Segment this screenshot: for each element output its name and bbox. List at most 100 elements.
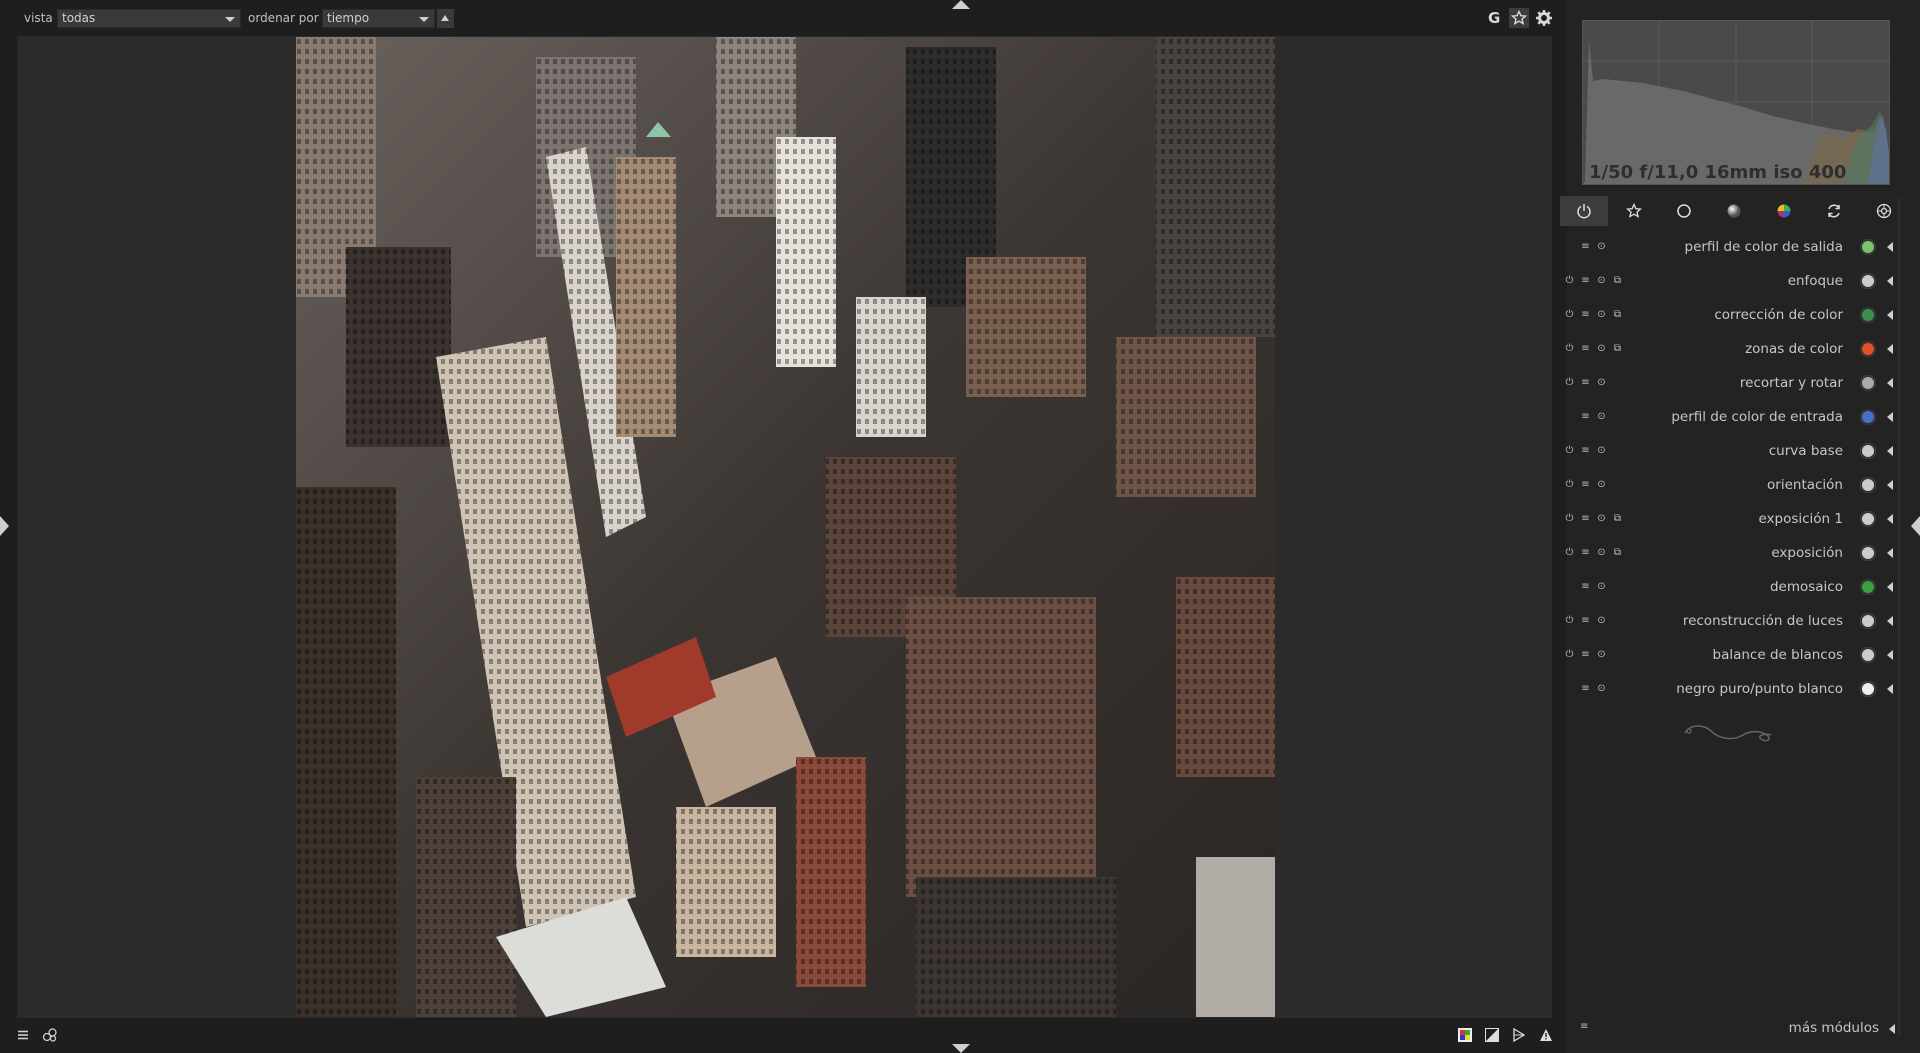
top-panel-toggle-icon[interactable] — [952, 0, 970, 9]
module-power-icon[interactable]: ⏻ — [1564, 309, 1575, 320]
module-reset-icon[interactable]: ⊙ — [1596, 411, 1607, 422]
module-power-icon[interactable]: ⏻ — [1564, 513, 1575, 524]
module-row[interactable]: ⏻ ≡ ⊙ ⧉ zonas de color — [1560, 332, 1900, 365]
star-icon[interactable] — [1509, 8, 1529, 28]
module-reset-icon[interactable]: ⊙ — [1596, 377, 1607, 388]
module-row[interactable]: ⏻ ≡ ⊙ ⧉ exposición 1 — [1560, 502, 1900, 535]
module-power-icon[interactable]: ⏻ — [1564, 547, 1575, 558]
module-presets-icon[interactable]: ⧉ — [1612, 547, 1623, 558]
chevron-left-icon[interactable] — [1887, 276, 1893, 286]
module-instance-icon[interactable]: ≡ — [1580, 615, 1591, 626]
module-scrollbar[interactable] — [1897, 198, 1901, 1036]
group-active-modules-button[interactable] — [1560, 196, 1608, 226]
histogram[interactable] — [1582, 20, 1890, 185]
chevron-left-icon[interactable] — [1887, 684, 1893, 694]
module-instance-icon[interactable]: ≡ — [1580, 377, 1591, 388]
module-power-icon[interactable]: ⏻ — [1564, 377, 1575, 388]
module-reset-icon[interactable]: ⊙ — [1596, 649, 1607, 660]
module-label: exposición 1 — [1758, 511, 1843, 527]
module-reset-icon[interactable]: ⊙ — [1596, 547, 1607, 558]
module-instance-icon[interactable]: ≡ — [1580, 547, 1591, 558]
bottom-panel-toggle-icon[interactable] — [952, 1044, 970, 1053]
warning-icon[interactable] — [1538, 1027, 1554, 1043]
chevron-left-icon[interactable] — [1887, 548, 1893, 558]
left-panel-toggle-icon[interactable] — [0, 516, 9, 536]
sort-select[interactable]: tiempo — [322, 9, 435, 28]
module-reset-icon[interactable]: ⊙ — [1596, 309, 1607, 320]
module-reset-icon[interactable]: ⊙ — [1596, 343, 1607, 354]
module-type-icon — [1860, 579, 1876, 595]
module-power-icon[interactable]: ⏻ — [1564, 615, 1575, 626]
module-row[interactable]: ≡ ⊙ negro puro/punto blanco — [1560, 672, 1900, 705]
chevron-left-icon[interactable] — [1887, 446, 1893, 456]
module-instance-icon[interactable]: ≡ — [1580, 309, 1591, 320]
overexposed-icon[interactable] — [1484, 1027, 1500, 1043]
module-row[interactable]: ⏻ ≡ ⊙ balance de blancos — [1560, 638, 1900, 671]
group-tone-button[interactable] — [1710, 196, 1758, 226]
module-row[interactable]: ⏻ ≡ ⊙ ⧉ corrección de color — [1560, 298, 1900, 331]
more-modules-row[interactable]: ≡ más módulos — [1577, 1018, 1900, 1044]
module-instance-icon[interactable]: ≡ — [1580, 241, 1591, 252]
module-row[interactable]: ≡ ⊙ perfil de color de entrada — [1560, 400, 1900, 433]
color-assessment-icon[interactable] — [1457, 1027, 1473, 1043]
module-reset-icon[interactable]: ⊙ — [1596, 581, 1607, 592]
group-color-button[interactable] — [1760, 196, 1808, 226]
grouping-button[interactable]: G — [1488, 9, 1500, 27]
module-reset-icon[interactable]: ⊙ — [1596, 683, 1607, 694]
module-reset-icon[interactable]: ⊙ — [1596, 241, 1607, 252]
module-reset-icon[interactable]: ⊙ — [1596, 615, 1607, 626]
module-presets-icon[interactable]: ⧉ — [1612, 309, 1623, 320]
module-instance-icon[interactable]: ≡ — [1580, 649, 1591, 660]
softproof-icon[interactable] — [1511, 1027, 1527, 1043]
chevron-left-icon[interactable] — [1887, 514, 1893, 524]
chevron-left-icon[interactable] — [1887, 242, 1893, 252]
module-row[interactable]: ⏻ ≡ ⊙ curva base — [1560, 434, 1900, 467]
module-row[interactable]: ⏻ ≡ ⊙ orientación — [1560, 468, 1900, 501]
module-instance-icon[interactable]: ≡ — [1580, 343, 1591, 354]
module-reset-icon[interactable]: ⊙ — [1596, 275, 1607, 286]
module-row[interactable]: ≡ ⊙ demosaico — [1560, 570, 1900, 603]
chevron-left-icon[interactable] — [1887, 378, 1893, 388]
group-favorites-button[interactable] — [1610, 196, 1658, 226]
module-presets-icon[interactable]: ⧉ — [1612, 513, 1623, 524]
group-correct-button[interactable] — [1810, 196, 1858, 226]
right-panel-toggle-icon[interactable] — [1911, 516, 1920, 536]
module-reset-icon[interactable]: ⊙ — [1596, 445, 1607, 456]
chevron-left-icon[interactable] — [1887, 344, 1893, 354]
group-basic-button[interactable] — [1660, 196, 1708, 226]
module-row[interactable]: ≡ ⊙ perfil de color de salida — [1560, 230, 1900, 263]
chevron-left-icon[interactable] — [1887, 412, 1893, 422]
module-instance-icon[interactable]: ≡ — [1580, 445, 1591, 456]
module-instance-icon[interactable]: ≡ — [1580, 479, 1591, 490]
module-power-icon[interactable]: ⏻ — [1564, 649, 1575, 660]
module-row[interactable]: ⏻ ≡ ⊙ reconstrucción de luces — [1560, 604, 1900, 637]
module-presets-icon[interactable]: ⧉ — [1612, 275, 1623, 286]
chevron-left-icon[interactable] — [1887, 616, 1893, 626]
module-instance-icon[interactable]: ≡ — [1580, 581, 1591, 592]
module-power-icon[interactable]: ⏻ — [1564, 445, 1575, 456]
module-power-icon[interactable]: ⏻ — [1564, 343, 1575, 354]
module-row[interactable]: ⏻ ≡ ⊙ ⧉ enfoque — [1560, 264, 1900, 297]
module-instance-icon[interactable]: ≡ — [1580, 411, 1591, 422]
module-power-icon[interactable]: ⏻ — [1564, 275, 1575, 286]
module-presets-icon[interactable]: ⧉ — [1612, 343, 1623, 354]
gear-icon[interactable] — [1535, 9, 1553, 27]
image-preview[interactable] — [296, 37, 1275, 1017]
chevron-left-icon[interactable] — [1887, 480, 1893, 490]
module-row[interactable]: ⏻ ≡ ⊙ ⧉ exposición — [1560, 536, 1900, 569]
module-power-icon[interactable]: ⏻ — [1564, 479, 1575, 490]
styles-icon[interactable] — [42, 1027, 58, 1043]
sort-direction-button[interactable] — [437, 9, 454, 28]
chevron-left-icon[interactable] — [1887, 650, 1893, 660]
module-instance-icon[interactable]: ≡ — [1580, 513, 1591, 524]
chevron-left-icon[interactable] — [1887, 310, 1893, 320]
menu-icon[interactable] — [15, 1027, 31, 1043]
module-row[interactable]: ⏻ ≡ ⊙ recortar y rotar — [1560, 366, 1900, 399]
chevron-left-icon[interactable] — [1887, 582, 1893, 592]
view-select[interactable]: todas — [57, 9, 241, 28]
module-instance-icon[interactable]: ≡ — [1580, 275, 1591, 286]
module-reset-icon[interactable]: ⊙ — [1596, 513, 1607, 524]
more-modules-label: más módulos — [1788, 1020, 1879, 1036]
module-reset-icon[interactable]: ⊙ — [1596, 479, 1607, 490]
module-instance-icon[interactable]: ≡ — [1580, 683, 1591, 694]
